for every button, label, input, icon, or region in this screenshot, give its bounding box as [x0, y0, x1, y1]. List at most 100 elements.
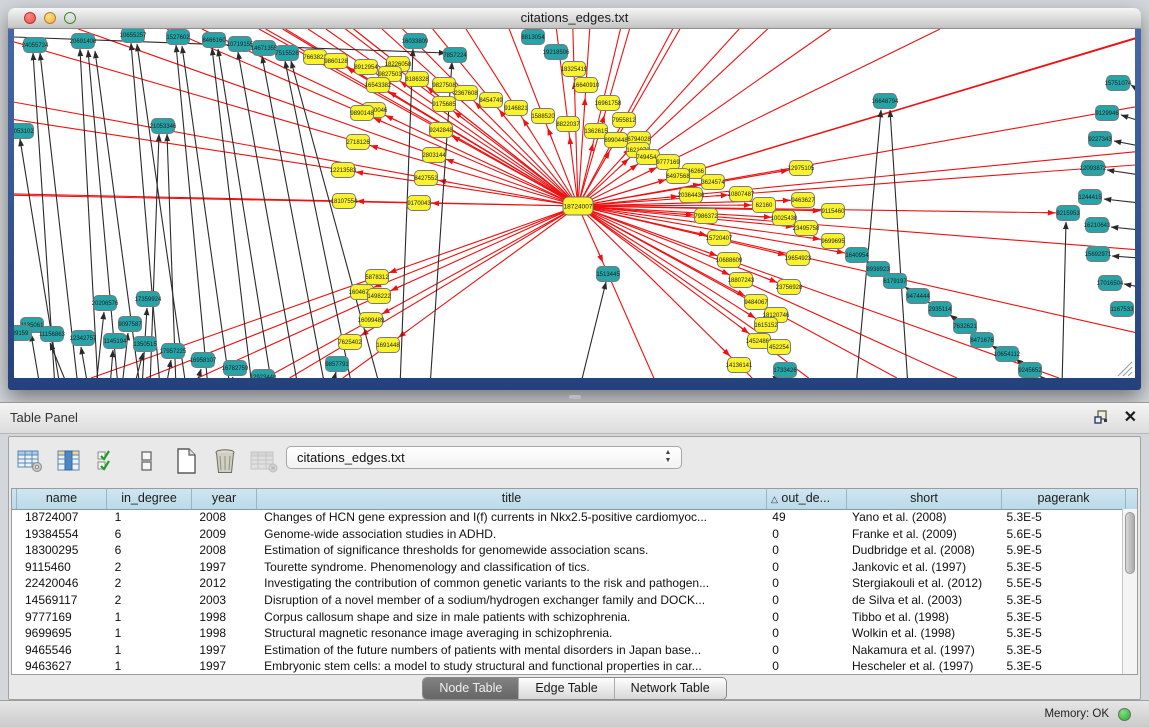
column-header-in_degree[interactable]: in_degree — [107, 489, 192, 509]
table-header-row[interactable]: namein_degreeyeartitle△ out_de...shortpa… — [12, 489, 1137, 510]
column-header-year[interactable]: year — [192, 489, 257, 509]
cell-pagerank: 5.3E-5 — [998, 509, 1122, 526]
table-row[interactable]: 946362711997Embryonic stem cells: a mode… — [12, 658, 1122, 674]
cell-name: 9777169 — [17, 609, 107, 626]
svg-text:1527602: 1527602 — [166, 35, 190, 41]
citation-edge — [1040, 376, 1048, 378]
column-header-short[interactable]: short — [847, 489, 1002, 509]
table-body[interactable]: 1872400712008Changes of HCN gene express… — [12, 509, 1122, 674]
svg-text:1733426: 1733426 — [773, 368, 797, 374]
sort-asc-icon: △ — [771, 494, 778, 504]
node-table[interactable]: namein_degreeyeartitle△ out_de...shortpa… — [11, 488, 1138, 675]
svg-text:9860128: 9860128 — [324, 59, 348, 65]
table-options-icon[interactable] — [15, 446, 45, 476]
svg-text:10654112: 10654112 — [994, 352, 1021, 358]
citation-edge — [578, 206, 654, 378]
cell-pagerank: 5.3E-5 — [998, 658, 1122, 674]
panel-splitter-handle[interactable] — [569, 395, 581, 399]
cell-out_degree: 0 — [764, 575, 844, 592]
svg-text:16210643: 16210643 — [1084, 223, 1111, 229]
svg-text:9245652: 9245652 — [1018, 368, 1042, 374]
table-panel-header: Table Panel ✕ — [0, 402, 1149, 434]
cell-short: Yano et al. (2008) — [844, 509, 998, 526]
close-window-icon[interactable] — [24, 12, 36, 24]
svg-text:2803144: 2803144 — [422, 153, 446, 159]
float-panel-icon[interactable] — [1094, 410, 1109, 425]
citation-edge — [14, 195, 578, 206]
zoom-window-icon[interactable] — [64, 12, 76, 24]
cell-pagerank: 5.3E-5 — [998, 609, 1122, 626]
column-header-out_degree[interactable]: △ out_de... — [767, 489, 847, 509]
cell-short: Dudbridge et al. (2008) — [844, 542, 998, 559]
table-row[interactable]: 2242004622012Investigating the contribut… — [12, 575, 1122, 592]
table-toolbar: f(x) — [15, 443, 318, 479]
network-canvas[interactable]: 2405572420691406106552571527602846616010… — [14, 29, 1135, 378]
cell-title: Changes of HCN gene expression and I(f) … — [256, 509, 764, 526]
citation-edge — [1114, 141, 1135, 146]
show-column-icon[interactable] — [54, 446, 84, 476]
cell-in_degree: 1 — [107, 609, 192, 626]
citation-edge — [266, 206, 578, 378]
citation-edge — [81, 347, 88, 378]
row-height-icon[interactable] — [132, 446, 162, 476]
table-row[interactable]: 911546021997Tourette syndrome. Phenomeno… — [12, 559, 1122, 576]
table-row[interactable]: 1938455462009Genome-wide association stu… — [12, 526, 1122, 543]
minimize-window-icon[interactable] — [44, 12, 56, 24]
svg-text:19654923: 19654923 — [785, 256, 812, 262]
cell-name: 14569117 — [17, 592, 107, 609]
svg-text:16782759: 16782759 — [222, 366, 249, 372]
citation-edge — [14, 102, 578, 206]
cell-short: Franke et al. (2009) — [844, 526, 998, 543]
cell-title: Disruption of a novel member of a sodium… — [256, 592, 764, 609]
column-header-name[interactable]: name — [17, 489, 107, 509]
svg-text:7632621: 7632621 — [953, 324, 977, 330]
svg-text:8912954: 8912954 — [354, 65, 378, 71]
svg-text:10025438: 10025438 — [771, 216, 798, 222]
vertical-scrollbar[interactable] — [1122, 509, 1137, 674]
close-panel-icon[interactable]: ✕ — [1124, 407, 1137, 429]
svg-text:1513445: 1513445 — [596, 272, 620, 278]
svg-text:1244415: 1244415 — [1078, 195, 1102, 201]
cell-out_degree: 0 — [764, 542, 844, 559]
svg-text:9777169: 9777169 — [656, 160, 680, 166]
import-table-icon[interactable] — [249, 446, 279, 476]
window-title: citations_edges.txt — [8, 8, 1141, 28]
citation-edge — [1111, 227, 1135, 230]
table-row[interactable]: 1830029562008Estimation of significance … — [12, 542, 1122, 559]
svg-text:39159: 39159 — [14, 331, 29, 337]
delete-table-icon[interactable] — [210, 446, 240, 476]
select-columns-icon[interactable] — [93, 446, 123, 476]
new-table-icon[interactable] — [171, 446, 201, 476]
column-header-title[interactable]: title — [257, 489, 767, 509]
tab-edge-table[interactable]: Edge Table — [519, 678, 614, 699]
svg-text:16099489: 16099489 — [358, 318, 385, 324]
table-row[interactable]: 1456911722003Disruption of a novel membe… — [12, 592, 1122, 609]
svg-text:18107554: 18107554 — [331, 199, 358, 205]
svg-text:17957225: 17957225 — [160, 349, 187, 355]
scrollbar-thumb[interactable] — [1125, 512, 1135, 574]
citation-edge — [80, 49, 98, 378]
cell-year: 2003 — [191, 592, 256, 609]
cell-year: 1997 — [191, 559, 256, 576]
cell-in_degree: 1 — [107, 658, 192, 674]
svg-text:23495758: 23495758 — [793, 226, 820, 232]
svg-text:9857791: 9857791 — [325, 362, 349, 368]
table-row[interactable]: 946554611997Estimation of the future num… — [12, 642, 1122, 659]
table-row[interactable]: 1872400712008Changes of HCN gene express… — [12, 509, 1122, 526]
cell-short: Stergiakouli et al. (2012) — [844, 575, 998, 592]
window-titlebar[interactable]: citations_edges.txt — [8, 8, 1141, 29]
svg-text:7857224: 7857224 — [443, 53, 467, 59]
cell-pagerank: 5.3E-5 — [998, 625, 1122, 642]
citation-edge — [14, 120, 578, 206]
table-selector-dropdown[interactable]: citations_edges.txt ▲▼ — [286, 446, 682, 469]
table-row[interactable]: 977716911998Corpus callosum shape and si… — [12, 609, 1122, 626]
resize-grip-icon[interactable] — [1118, 362, 1132, 376]
citation-edge — [285, 61, 352, 378]
svg-text:1145194: 1145194 — [104, 339, 128, 345]
svg-text:452254: 452254 — [769, 345, 790, 351]
table-row[interactable]: 969969511998Structural magnetic resonanc… — [12, 625, 1122, 642]
column-header-pagerank[interactable]: pagerank — [1002, 489, 1126, 509]
tab-network-table[interactable]: Network Table — [615, 678, 726, 699]
citation-edge — [1131, 85, 1135, 91]
tab-node-table[interactable]: Node Table — [423, 678, 519, 699]
